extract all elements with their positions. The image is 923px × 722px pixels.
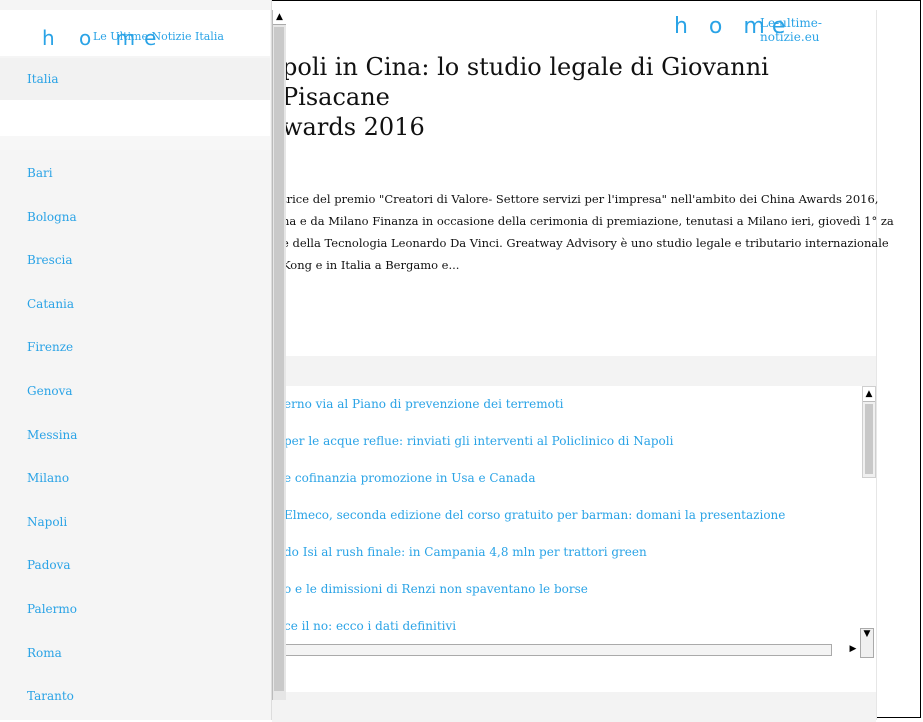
drawer-item-brescia[interactable]: Brescia — [0, 239, 270, 283]
drawer-item-label: Taranto — [27, 689, 74, 704]
drawer-item-milano[interactable]: Milano — [0, 457, 270, 501]
drawer-item-taranto[interactable]: Taranto — [0, 675, 270, 719]
drawer-item-napoli[interactable]: Napoli — [0, 501, 270, 545]
article-excerpt: trice del premio "Creatori di Valore- Se… — [282, 192, 894, 272]
drawer-site-name[interactable]: Le Ultime Notizie Italia — [93, 30, 224, 43]
section-divider — [272, 356, 876, 386]
drawer-item-label: Roma — [27, 645, 62, 660]
drawer-item-label: Milano — [27, 471, 70, 486]
drawer-item-label: Palermo — [27, 601, 77, 616]
drawer-item-label: Bologna — [27, 209, 77, 224]
news-item[interactable]: Elmeco, seconda edizione del corso gratu… — [272, 497, 876, 534]
drawer-item-label: Napoli — [27, 514, 68, 529]
city-list: Bari Bologna Brescia Catania Firenze Genova Me… — [0, 152, 270, 719]
drawer-item-firenze[interactable]: Firenze — [0, 326, 270, 370]
drawer-item-palermo[interactable]: Palermo — [0, 588, 270, 632]
drawer-item-label: Genova — [27, 383, 73, 398]
scroll-down-arrow-icon[interactable]: ▼ — [860, 628, 874, 658]
drawer-scrollbar[interactable]: ▲ — [272, 10, 286, 700]
news-item[interactable]: do Isi al rush finale: in Campania 4,8 m… — [272, 534, 876, 571]
drawer-item-label: Messina — [27, 427, 78, 442]
drawer-item-padova[interactable]: Padova — [0, 544, 270, 588]
scroll-up-arrow-icon[interactable]: ▲ — [863, 387, 875, 402]
drawer-item-label: Italia — [27, 72, 59, 86]
news-item[interactable]: per le acque reflue: rinviati gli interv… — [272, 423, 876, 460]
drawer-item-catania[interactable]: Catania — [0, 283, 270, 327]
side-drawer: h o me Le Ultime Notizie Italia Italia B… — [0, 0, 272, 720]
drawer-item-italia[interactable]: Italia — [0, 58, 270, 100]
drawer-divider — [0, 136, 270, 150]
drawer-item-label: Catania — [27, 296, 75, 311]
scrollbar-thumb[interactable] — [865, 404, 873, 474]
drawer-item-label: Padova — [27, 558, 71, 573]
news-item[interactable]: ce il no: ecco i dati definitivi — [272, 608, 876, 645]
drawer-item-bari[interactable]: Bari — [0, 152, 270, 196]
drawer-item-messina[interactable]: Messina — [0, 414, 270, 458]
news-item[interactable]: e cofinanzia promozione in Usa e Canada — [272, 460, 876, 497]
drawer-item-label: Brescia — [27, 253, 73, 268]
drawer-item-roma[interactable]: Roma — [0, 632, 270, 676]
news-list: erno via al Piano di prevenzione dei ter… — [272, 386, 876, 648]
article-title[interactable]: poli in Cina: lo studio legale di Giovan… — [282, 52, 872, 142]
drawer-item-label: Bari — [27, 166, 53, 180]
news-horizontal-scrollbar[interactable] — [272, 644, 832, 656]
drawer-item-genova[interactable]: Genova — [0, 370, 270, 414]
drawer-item-label: Firenze — [27, 340, 74, 355]
scroll-right-arrow-icon[interactable]: ▶ — [846, 642, 860, 656]
drawer-spacer — [0, 100, 270, 136]
scroll-up-arrow-icon[interactable]: ▲ — [273, 10, 286, 25]
news-item[interactable]: erno via al Piano di prevenzione dei ter… — [272, 386, 876, 423]
scrollbar-thumb[interactable] — [274, 27, 284, 691]
site-link[interactable]: Le-ultime-notizie.eu — [760, 16, 876, 44]
drawer-item-bologna[interactable]: Bologna — [0, 196, 270, 240]
news-scrollbar[interactable]: ▲ — [862, 386, 876, 478]
footer-band — [272, 692, 876, 722]
main-content: h o me Le-ultime-notizie.eu poli in Cina… — [272, 0, 923, 722]
news-item[interactable]: o e le dimissioni di Renzi non spaventan… — [272, 571, 876, 608]
